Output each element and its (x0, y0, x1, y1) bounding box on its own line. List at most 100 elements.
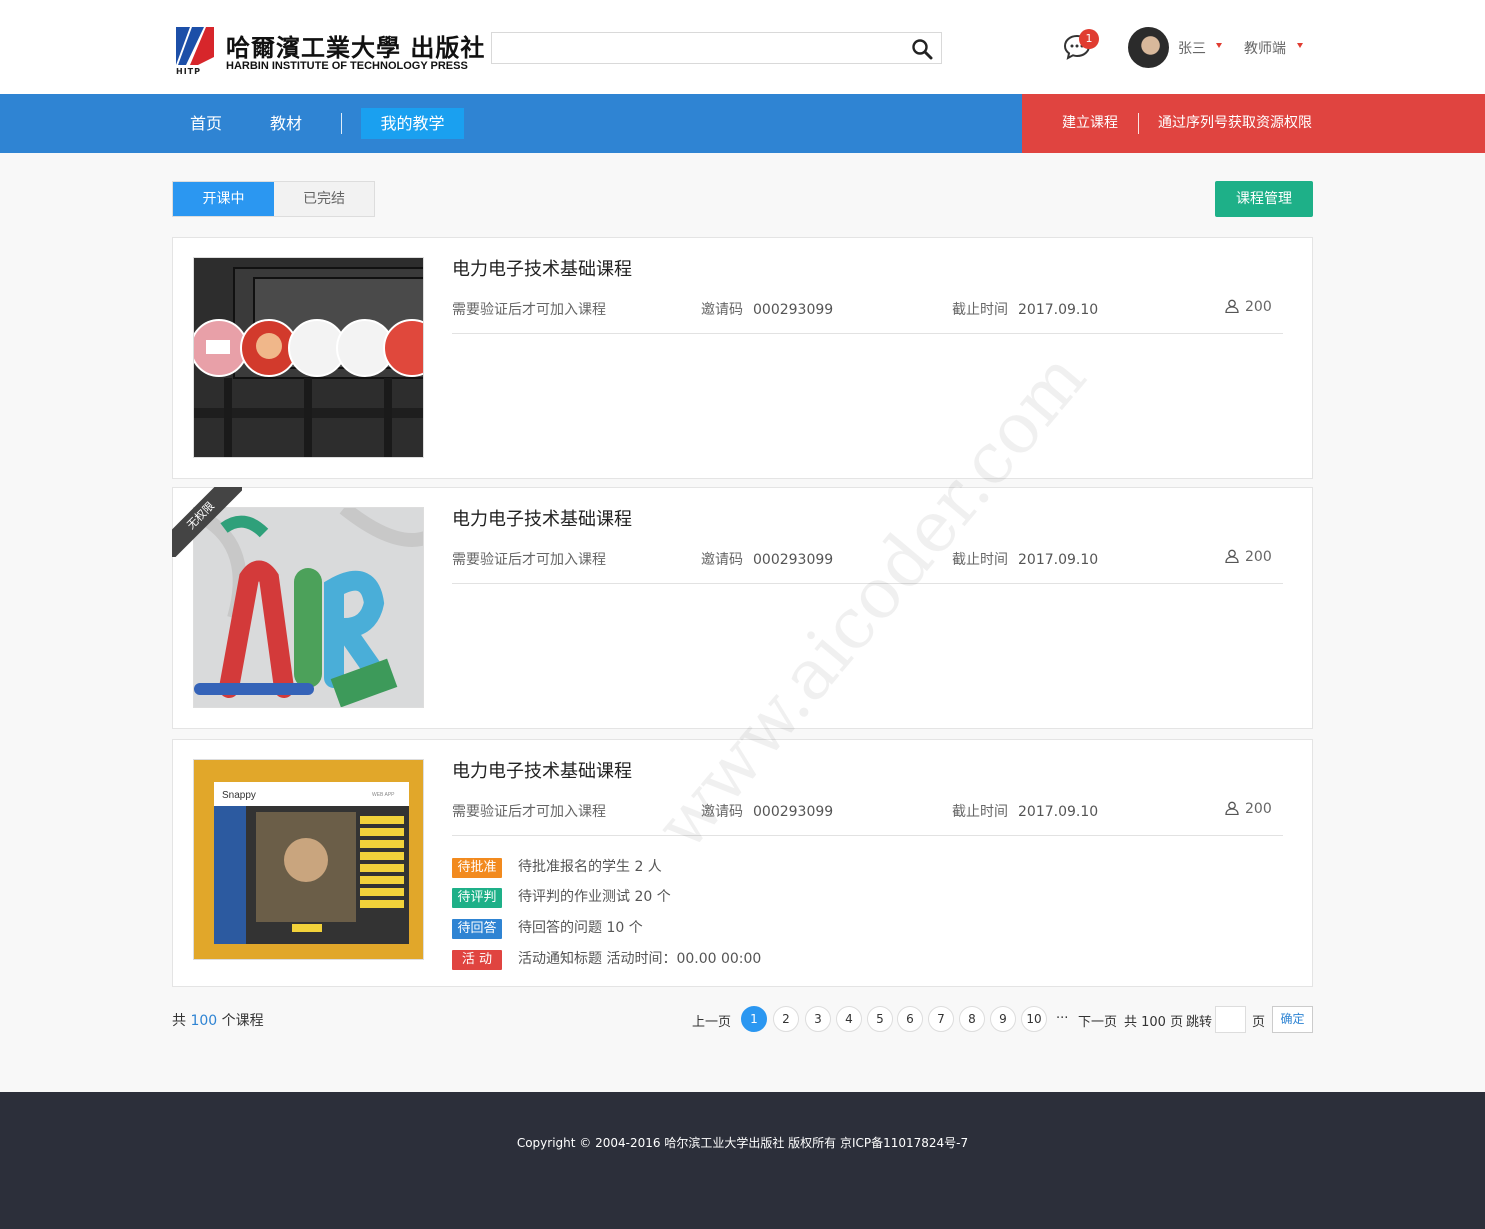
tab-in-progress[interactable]: 开课中 (173, 182, 274, 216)
tab-finished[interactable]: 已完结 (274, 182, 374, 216)
web-app-badge: WEB APP (372, 792, 395, 798)
deadline: 截止时间 2017.09.10 (952, 801, 1098, 821)
avatar[interactable] (1128, 27, 1169, 68)
task-pending-answer[interactable]: 待回答 待回答的问题 10 个 (452, 917, 643, 939)
page-ellipsis: ··· (1056, 1011, 1069, 1026)
pagination: 上一页 1 2 3 4 5 6 7 8 9 10 ··· 下一页 共 100 页… (0, 1006, 1485, 1034)
logo-mark-text: HITP (176, 67, 201, 76)
page-button[interactable]: 10 (1021, 1006, 1047, 1032)
course-card[interactable]: 电力电子技术基础课程 需要验证后才可加入课程 邀请码 000293099 截止时间… (172, 237, 1313, 479)
deadline: 截止时间 2017.09.10 (952, 299, 1098, 319)
task-text: 待回答的问题 10 个 (518, 920, 643, 936)
card-divider (452, 333, 1283, 334)
card-divider (452, 583, 1283, 584)
page-button[interactable]: 4 (836, 1006, 862, 1032)
task-text: 待评判的作业测试 20 个 (518, 889, 671, 905)
student-count-value: 200 (1245, 299, 1272, 315)
page-button[interactable]: 9 (990, 1006, 1016, 1032)
serial-access-link[interactable]: 通过序列号获取资源权限 (1158, 94, 1312, 153)
card-divider (452, 835, 1283, 836)
create-course-link[interactable]: 建立课程 (1062, 94, 1118, 153)
student-count-value: 200 (1245, 801, 1272, 817)
deadline-value: 2017.09.10 (1018, 302, 1099, 318)
task-text: 待批准报名的学生 2 人 (518, 859, 662, 875)
search-icon[interactable] (911, 38, 933, 60)
course-title[interactable]: 电力电子技术基础课程 (452, 505, 632, 531)
invite-code: 邀请码 000293099 (701, 549, 833, 569)
search-box (491, 32, 942, 64)
conveyor-illustration-image (194, 258, 423, 457)
invite-label: 邀请码 (701, 804, 743, 820)
jump-confirm-button[interactable]: 确定 (1272, 1006, 1313, 1033)
user-icon (1225, 299, 1239, 313)
course-manage-button[interactable]: 课程管理 (1215, 181, 1313, 217)
student-count: 200 (1225, 299, 1272, 315)
student-count: 200 (1225, 549, 1272, 565)
deadline-label: 截止时间 (952, 552, 1008, 568)
nav-divider (341, 113, 342, 134)
page-unit: 页 (1252, 1015, 1266, 1030)
publisher-logo[interactable]: HITP 哈爾濱工業大學 出版社 HARBIN INSTITUTE OF TEC… (176, 27, 484, 77)
course-requirement: 需要验证后才可加入课程 (452, 302, 606, 318)
invite-code: 邀请码 000293099 (701, 801, 833, 821)
tag-pending-grading: 待评判 (452, 888, 502, 908)
nav-actions: 建立课程 通过序列号获取资源权限 (1022, 94, 1485, 153)
next-page-button[interactable]: 下一页 (1078, 1011, 1117, 1030)
student-count-value: 200 (1245, 549, 1272, 565)
invite-code-value: 000293099 (753, 302, 834, 318)
role-switch[interactable]: 教师端 (1244, 38, 1286, 58)
page-button[interactable]: 7 (928, 1006, 954, 1032)
no-permission-ribbon: 无权限 (172, 487, 242, 557)
page-button[interactable]: 6 (897, 1006, 923, 1032)
tag-activity: 活 动 (452, 950, 502, 970)
page-button[interactable]: 3 (805, 1006, 831, 1032)
logo-title: 哈爾濱工業大學 出版社 (226, 33, 486, 62)
snappy-app-name: Snappy (222, 790, 256, 801)
nav-item-home[interactable]: 首页 (190, 94, 222, 153)
invite-label: 邀请码 (701, 552, 743, 568)
invite-code-value: 000293099 (753, 804, 834, 820)
search-input[interactable] (492, 33, 892, 63)
user-icon (1225, 801, 1239, 815)
tag-pending-approval: 待批准 (452, 858, 502, 878)
task-pending-grading[interactable]: 待评判 待评判的作业测试 20 个 (452, 886, 671, 908)
logo-subtitle: HARBIN INSTITUTE OF TECHNOLOGY PRESS (226, 60, 468, 72)
task-activity[interactable]: 活 动活动通知标题 活动时间：00.00 00:00 (452, 948, 761, 970)
course-card[interactable]: 无权限 电力电子技术基础课程 需要验证后才可加入课程 邀请码 000293099 … (172, 487, 1313, 729)
prev-page-button[interactable]: 上一页 (692, 1011, 731, 1030)
user-name[interactable]: 张三 (1178, 38, 1206, 58)
page-button[interactable]: 2 (773, 1006, 799, 1032)
invite-code-value: 000293099 (753, 552, 834, 568)
nav-item-my-teaching[interactable]: 我的教学 (361, 108, 464, 139)
course-title[interactable]: 电力电子技术基础课程 (452, 757, 632, 783)
jump-page-input[interactable] (1215, 1006, 1246, 1033)
user-dropdown-caret-icon[interactable] (1216, 43, 1222, 48)
course-thumbnail[interactable]: Snappy WEB APP (193, 759, 424, 960)
deadline-value: 2017.09.10 (1018, 552, 1099, 568)
page-button[interactable]: 1 (741, 1006, 767, 1032)
role-dropdown-caret-icon[interactable] (1297, 43, 1303, 48)
page-button[interactable]: 8 (959, 1006, 985, 1032)
course-card[interactable]: Snappy WEB APP 电力电子技术基础课程 需要验证后才可加入课程 邀请… (172, 739, 1313, 987)
invite-code: 邀请码 000293099 (701, 299, 833, 319)
task-text: 活动通知标题 活动时间：00.00 00:00 (518, 951, 762, 967)
deadline: 截止时间 2017.09.10 (952, 549, 1098, 569)
nav-item-textbooks[interactable]: 教材 (270, 94, 302, 153)
deadline-value: 2017.09.10 (1018, 804, 1099, 820)
jump-label: 跳转 (1186, 1015, 1213, 1030)
deadline-label: 截止时间 (952, 804, 1008, 820)
task-pending-approval[interactable]: 待批准 待批准报名的学生 2 人 (452, 856, 662, 878)
course-requirement: 需要验证后才可加入课程 (452, 552, 606, 568)
course-status-tabs: 开课中 已完结 (172, 181, 375, 217)
course-thumbnail[interactable] (193, 257, 424, 458)
message-count-badge: 1 (1079, 29, 1099, 49)
footer: Copyright © 2004-2016 哈尔滨工业大学出版社 版权所有 京I… (0, 1092, 1485, 1229)
snappy-web-app-image: Snappy WEB APP (194, 760, 423, 959)
nav-actions-divider (1138, 113, 1139, 134)
student-count: 200 (1225, 801, 1272, 817)
tag-pending-answer: 待回答 (452, 919, 502, 939)
main-nav: 首页 教材 我的教学 建立课程 通过序列号获取资源权限 (0, 94, 1485, 153)
footer-copyright: Copyright © 2004-2016 哈尔滨工业大学出版社 版权所有 京I… (516, 1136, 969, 1150)
course-title[interactable]: 电力电子技术基础课程 (452, 255, 632, 281)
page-button[interactable]: 5 (867, 1006, 893, 1032)
